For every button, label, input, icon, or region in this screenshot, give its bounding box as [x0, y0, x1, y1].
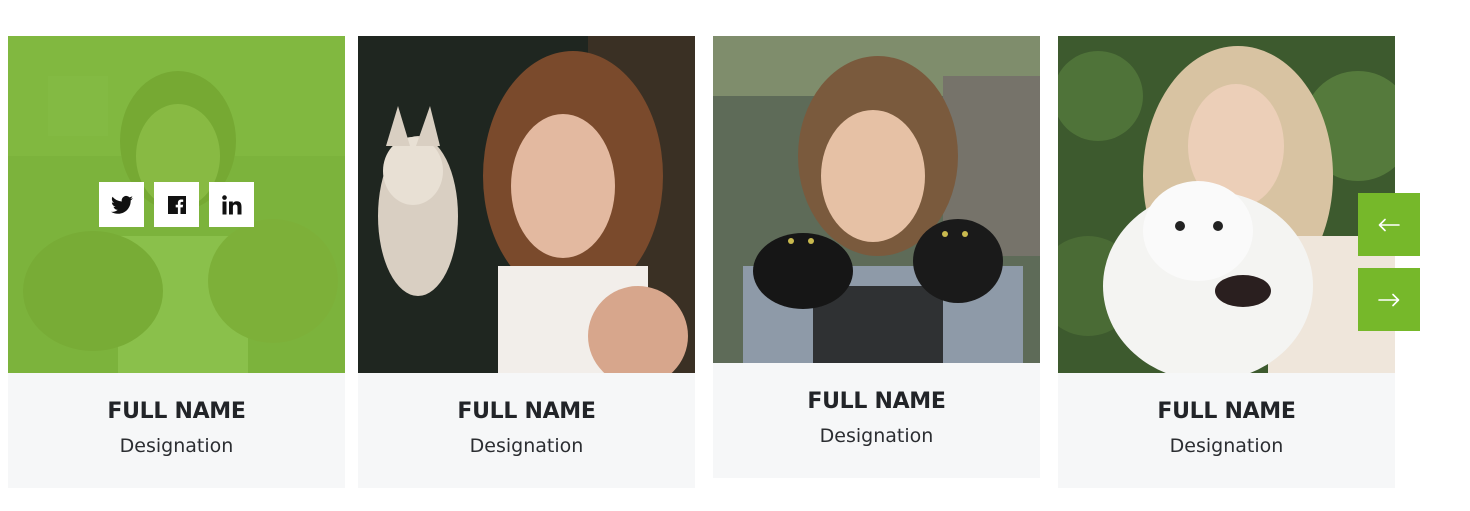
team-member-photo: [713, 36, 1040, 363]
team-card[interactable]: FULL NAME Designation: [1058, 36, 1395, 488]
team-member-photo: [1058, 36, 1395, 373]
carousel-next-button[interactable]: [1358, 268, 1420, 331]
twitter-link[interactable]: [99, 182, 144, 227]
team-member-designation: Designation: [1169, 435, 1284, 457]
team-member-name: FULL NAME: [107, 399, 246, 424]
linkedin-link[interactable]: [209, 182, 254, 227]
team-member-name: FULL NAME: [1157, 399, 1296, 424]
team-member-info: FULL NAME Designation: [1058, 399, 1395, 457]
team-member-designation: Designation: [119, 435, 234, 457]
team-member-name: FULL NAME: [807, 389, 946, 414]
arrow-left-icon: [1378, 218, 1400, 231]
team-member-photo: [358, 36, 695, 373]
team-member-name: FULL NAME: [457, 399, 596, 424]
team-card[interactable]: FULL NAME Designation: [713, 36, 1040, 478]
arrow-right-icon: [1378, 293, 1400, 306]
hover-overlay: [8, 36, 345, 373]
team-card[interactable]: FULL NAME Designation: [358, 36, 695, 488]
social-links: [99, 182, 254, 227]
team-member-designation: Designation: [469, 435, 584, 457]
facebook-link[interactable]: [154, 182, 199, 227]
team-member-info: FULL NAME Designation: [358, 399, 695, 457]
team-card[interactable]: FULL NAME Designation: [8, 36, 345, 488]
twitter-icon: [110, 195, 133, 214]
team-member-designation: Designation: [819, 425, 934, 447]
facebook-icon: [167, 195, 186, 214]
linkedin-icon: [221, 194, 241, 214]
team-member-info: FULL NAME Designation: [8, 399, 345, 457]
carousel-prev-button[interactable]: [1358, 193, 1420, 256]
team-member-info: FULL NAME Designation: [713, 389, 1040, 447]
